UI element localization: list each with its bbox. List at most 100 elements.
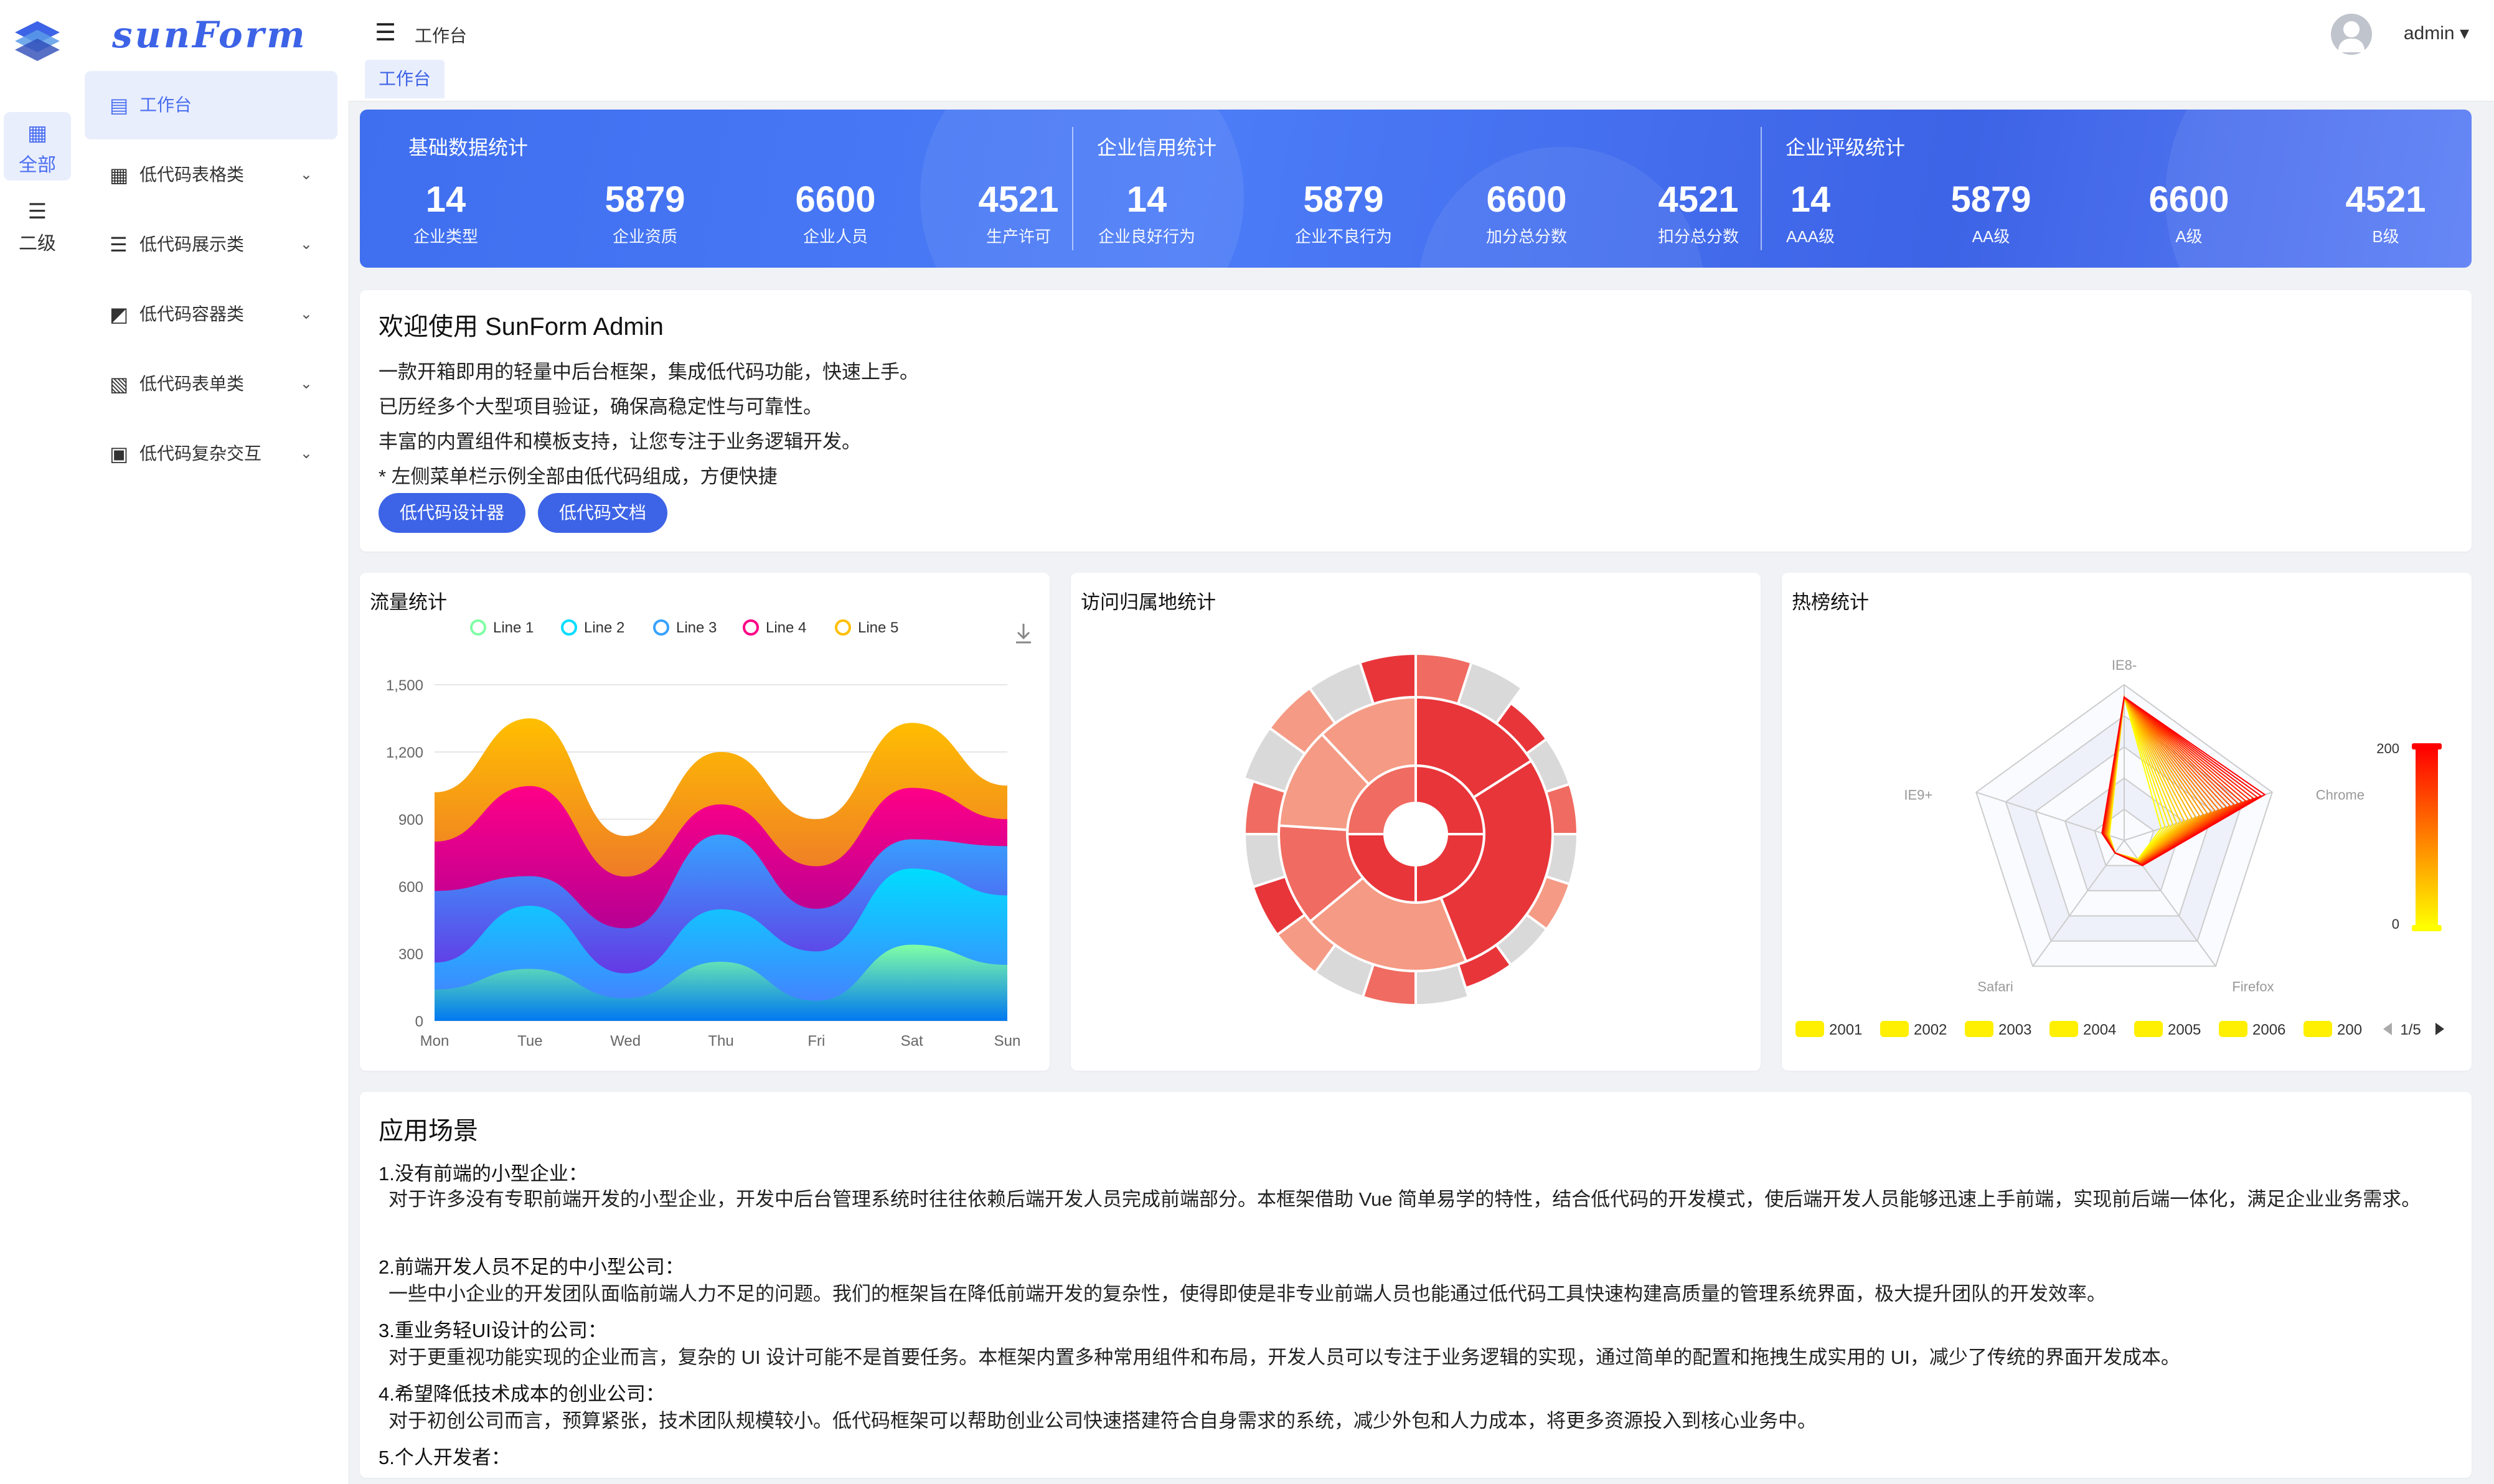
welcome-line: 一款开箱即用的轻量中后台框架，集成低代码功能，快速上手。	[379, 361, 919, 383]
stat-item: 5879 AA级	[1929, 181, 2053, 247]
logo-icon	[15, 21, 60, 61]
breadcrumb: 工作台	[415, 26, 468, 45]
stat-group-title: 企业信用统计	[1097, 136, 1217, 159]
stat-label: 企业良好行为	[1098, 227, 1195, 246]
stat-value: 6600	[795, 179, 876, 220]
legend-marker	[743, 619, 759, 636]
legend-marker	[1880, 1021, 1909, 1037]
stat-value: 6600	[1486, 179, 1567, 220]
stat-item: 14 AAA级	[1779, 181, 1842, 247]
chart-icon: ▦	[27, 121, 48, 145]
menu-item-display[interactable]: ☰ 低代码展示类 ⌄	[85, 210, 337, 279]
stat-value: 5879	[1303, 179, 1384, 220]
stat-group-basic: 基础数据统计 14 企业类型 5879 企业资质 6600 企业人员 4521 生产许可	[408, 110, 1059, 268]
menu-item-form[interactable]: ▧ 低代码表单类 ⌄	[85, 350, 337, 418]
stat-item: 4521 生产许可	[956, 181, 1081, 247]
legend-marker	[835, 619, 851, 636]
legend-label: Line 5	[858, 619, 898, 636]
stat-group-title: 企业评级统计	[1786, 136, 1906, 159]
menu-item-complex[interactable]: ▣ 低代码复杂交互 ⌄	[85, 420, 337, 488]
stat-item: 4521 B级	[2323, 181, 2448, 247]
menu-item-label: 低代码容器类	[139, 304, 245, 324]
visual-map-max-label: 200	[2376, 741, 2399, 756]
y-tick-label: 600	[398, 879, 423, 896]
next-page-icon	[2435, 1023, 2444, 1035]
designer-button[interactable]: 低代码设计器	[379, 493, 526, 533]
menu-item-dashboard[interactable]: ▤ 工作台	[85, 71, 337, 139]
stat-value: 5879	[605, 179, 685, 220]
scenarios-title: 应用场景	[379, 1117, 478, 1145]
legend-label: Line 3	[676, 619, 717, 636]
stat-item: 14 企业良好行为	[1091, 181, 1203, 247]
tab-dashboard[interactable]: 工作台	[365, 60, 445, 98]
stat-value: 14	[425, 179, 466, 220]
brand-logo: sunForm	[112, 14, 308, 56]
legend-label: 2006	[2252, 1021, 2285, 1038]
visual-map-bar	[2416, 747, 2438, 928]
legend-marker	[2049, 1021, 2078, 1037]
menu-toggle-icon[interactable]: ☰	[375, 19, 396, 47]
menu-item-container[interactable]: ◩ 低代码容器类 ⌄	[85, 280, 337, 349]
line-chart-icon: ◩	[110, 303, 129, 326]
legend-marker	[2303, 1021, 2332, 1037]
rail-item-all[interactable]: ▦ 全部	[4, 112, 71, 181]
scenario-title: 2.前端开发人员不足的中小型公司：	[379, 1256, 684, 1278]
menu-item-label: 工作台	[139, 95, 192, 115]
stat-label: 企业人员	[802, 227, 868, 246]
legend-marker	[2134, 1021, 2163, 1037]
x-tick-label: Thu	[708, 1033, 733, 1050]
stat-label: 生产许可	[986, 227, 1051, 246]
prev-page-icon	[2383, 1023, 2392, 1035]
rail-item-label: 全部	[19, 155, 56, 176]
traffic-chart: 0 300 600 900 1,200 1,500 Mon Tue Wed Thu Fri Sat Su…	[386, 619, 1031, 1050]
chevron-down-icon: ⌄	[299, 236, 313, 253]
welcome-card: 欢迎使用 SunForm Admin 一款开箱即用的轻量中后台框架，集成低代码功…	[360, 290, 2472, 552]
x-tick-label: Sun	[994, 1033, 1021, 1050]
stat-value: 14	[1126, 179, 1167, 220]
stat-item: 6600 A级	[2127, 181, 2251, 247]
avatar[interactable]	[2331, 14, 2372, 55]
chevron-down-icon: ⌄	[299, 306, 313, 322]
stat-label: 企业资质	[612, 227, 677, 246]
rail-item-level2[interactable]: ☰ 二级	[4, 190, 71, 259]
briefcase-icon: ▣	[110, 443, 129, 465]
menu-item-label: 低代码复杂交互	[139, 444, 262, 463]
scenario-title: 4.希望降低技术成本的创业公司：	[379, 1383, 665, 1405]
legend-marker	[1965, 1021, 1993, 1037]
visual-map-handle	[2412, 743, 2442, 749]
scenarios-card: 应用场景 1.没有前端的小型企业： 对于许多没有专职前端开发的小型企业，开发中后…	[360, 1092, 2472, 1478]
legend-marker	[2219, 1021, 2247, 1037]
top-bar: ☰ 工作台 admin ▾ 工作台	[349, 0, 2494, 101]
user-menu[interactable]: admin ▾	[2404, 22, 2469, 44]
legend-marker	[470, 619, 486, 636]
download-icon-glyph	[1016, 624, 1031, 644]
welcome-line: 已历经多个大型项目验证，确保高稳定性与可靠性。	[379, 396, 822, 418]
docs-button[interactable]: 低代码文档	[538, 493, 668, 533]
region-sunburst-chart	[1242, 652, 1579, 1007]
chevron-down-icon: ⌄	[299, 375, 313, 392]
scenario-title: 1.没有前端的小型企业：	[379, 1163, 588, 1185]
calendar-table-icon: ▦	[110, 164, 129, 186]
username: admin	[2403, 23, 2455, 44]
radar-indicator-label: Chrome	[2316, 787, 2365, 803]
legend-label: 2004	[2083, 1021, 2116, 1038]
menu-item-label: 低代码展示类	[139, 235, 245, 254]
scenario-desc: 对于许多没有专职前端开发的小型企业，开发中后台管理系统时往往依赖后端开发人员完成…	[388, 1188, 2421, 1210]
stat-item: 5879 企业资质	[583, 181, 707, 247]
x-tick-label: Fri	[807, 1033, 825, 1050]
y-tick-label: 0	[415, 1013, 423, 1030]
menu-item-table[interactable]: ▦ 低代码表格类 ⌄	[85, 141, 337, 209]
visual-map-min-label: 0	[2392, 916, 2399, 932]
app-rail: ▦ 全部 ☰ 二级	[0, 0, 75, 1484]
stat-value: 4521	[2345, 179, 2426, 220]
divider	[1072, 127, 1073, 250]
stat-item: 14 企业类型	[402, 181, 489, 247]
legend-label: 2002	[1914, 1021, 1947, 1038]
download-icon	[1016, 624, 1031, 644]
scenario-desc: 一些中小企业的开发团队面临前端人力不足的问题。我们的框架旨在降低前端开发的复杂性…	[388, 1283, 2106, 1305]
stat-label: AA级	[1972, 227, 2010, 246]
stat-group-credit: 企业信用统计 14 企业良好行为 5879 企业不良行为 6600 加分总分数 452…	[1097, 110, 1739, 268]
stat-label: B级	[2372, 227, 2399, 246]
y-tick-label: 1,200	[386, 744, 423, 761]
scenario-desc: 对于初创公司而言，预算紧张，技术团队规模较小。低代码框架可以帮助创业公司快速搭建…	[388, 1410, 1817, 1432]
